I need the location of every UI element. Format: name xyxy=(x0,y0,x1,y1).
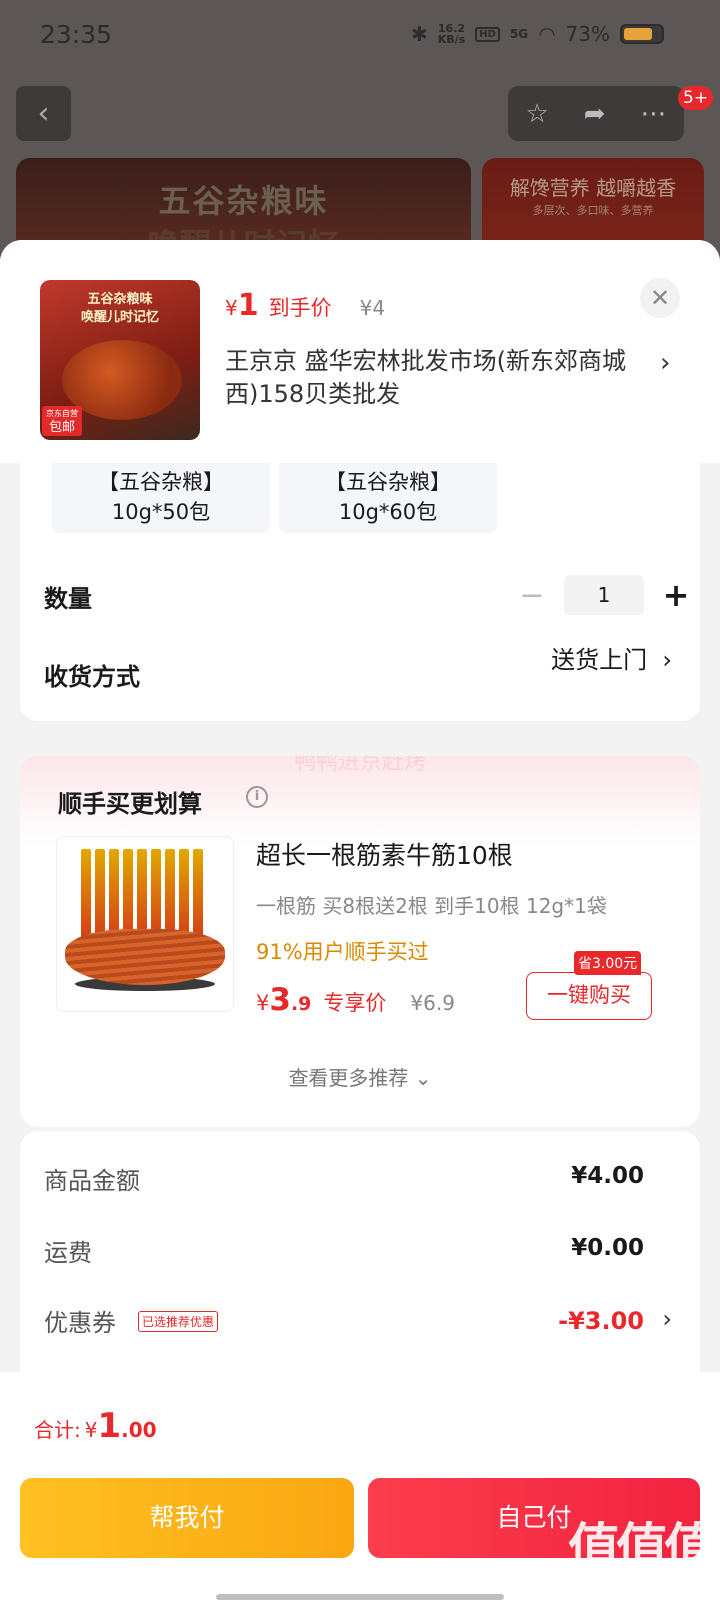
product-banner-side: 解馋营养 越嚼越香 多层次、多口味、多营养 xyxy=(482,158,704,248)
star-icon[interactable]: ☆ xyxy=(525,99,548,129)
site-watermark-url: zhizhizhi.com xyxy=(606,1576,708,1594)
save-badge: 省3.00元 xyxy=(574,951,642,975)
chevron-right-icon[interactable]: › xyxy=(660,348,670,378)
recommend-item-subtitle: 一根筋 买8根送2根 到手10根 12g*1袋 xyxy=(256,894,607,918)
product-price: ¥ 1 到手价 ¥4 xyxy=(225,288,386,323)
goods-amount-value: ¥4.00 xyxy=(571,1163,644,1189)
quantity-stepper: − 1 + xyxy=(518,575,690,615)
plus-button[interactable]: + xyxy=(662,576,690,614)
share-icon[interactable]: ➦ xyxy=(584,99,606,129)
help-pay-button[interactable]: 帮我付 xyxy=(20,1478,354,1558)
chevron-down-icon: ⌄ xyxy=(414,1066,432,1090)
status-bar: 23:35 ✱ 16.2 KB/s HD 5G ◠ 73% xyxy=(0,0,720,72)
coupon-label: 优惠券 xyxy=(44,1309,116,1337)
battery-icon xyxy=(620,24,664,44)
original-price: ¥6.9 xyxy=(410,991,455,1015)
recommend-item-title[interactable]: 超长一根筋素牛筋10根 xyxy=(256,836,513,872)
spec-option[interactable]: 【五谷杂粮】 10g*60包 xyxy=(279,463,497,533)
delivery-label: 收货方式 xyxy=(44,663,140,691)
message-badge: 5+ xyxy=(678,86,714,110)
bluetooth-icon: ✱ xyxy=(410,22,428,46)
chevron-right-icon: › xyxy=(662,646,672,674)
recommend-title: 顺手买更划算 xyxy=(58,790,202,818)
recommend-price: ¥ 3 .9 专享价 ¥6.9 xyxy=(256,982,455,1018)
top-actions: ☆ ➦ ⋯ xyxy=(508,86,684,141)
product-thumbnail[interactable]: 五谷杂粮味 唤醒儿时记忆 京东自营 包邮 xyxy=(40,280,200,440)
info-icon[interactable]: i xyxy=(246,786,268,808)
status-icons: ✱ 16.2 KB/s HD 5G ◠ 73% xyxy=(411,22,664,46)
minus-button[interactable]: − xyxy=(518,578,546,613)
back-button[interactable]: ‹ xyxy=(16,86,71,141)
chevron-left-icon: ‹ xyxy=(37,96,50,131)
options-card: 【五谷杂粮】 10g*50包 【五谷杂粮】 10g*60包 数量 − 1 + 收… xyxy=(20,463,700,721)
hd-icon: HD xyxy=(475,26,500,42)
shipping-label: 运费 xyxy=(44,1239,92,1267)
clock: 23:35 xyxy=(40,20,113,49)
wifi-icon: ◠ xyxy=(538,22,556,46)
chevron-right-icon[interactable]: › xyxy=(662,1305,672,1333)
see-more-link[interactable]: 查看更多推荐 ⌄ xyxy=(20,1062,700,1091)
original-price: ¥4 xyxy=(359,296,386,320)
home-indicator[interactable] xyxy=(216,1594,504,1600)
coupon-value[interactable]: -¥3.00 xyxy=(558,1307,644,1335)
more-icon[interactable]: ⋯ xyxy=(640,99,666,129)
recommend-image[interactable] xyxy=(56,836,234,1012)
coupon-tag: 已选推荐优惠 xyxy=(138,1311,219,1332)
bought-stat: 91%用户顺手买过 xyxy=(256,940,429,964)
product-banner-main: 五谷杂粮味 唤醒儿时记忆 xyxy=(16,158,471,248)
goods-amount-label: 商品金额 xyxy=(44,1167,140,1195)
fee-card: 商品金额 ¥4.00 运费 ¥0.00 优惠券 已选推荐优惠 -¥3.00 › xyxy=(20,1131,700,1381)
delivery-address[interactable]: 王京京 盛华宏林批发市场(新东郊商城西)158贝类批发 xyxy=(225,345,645,411)
network-speed: 16.2 KB/s xyxy=(437,22,466,46)
signal-icon: 5G xyxy=(509,27,529,41)
one-click-buy-button[interactable]: 一键购买 xyxy=(526,972,652,1020)
total-price: 合计: ¥ 1 .00 xyxy=(34,1406,157,1446)
close-button[interactable]: ✕ xyxy=(640,278,680,318)
close-icon: ✕ xyxy=(649,284,671,312)
site-watermark-logo: 值值值 xyxy=(567,1519,716,1579)
quantity-label: 数量 xyxy=(44,585,92,613)
spec-option[interactable]: 【五谷杂粮】 10g*50包 xyxy=(52,463,270,533)
shipping-value: ¥0.00 xyxy=(571,1235,644,1261)
sheet-header: 五谷杂粮味 唤醒儿时记忆 京东自营 包邮 ¥ 1 到手价 ¥4 ✕ 王京京 盛华宏… xyxy=(0,240,720,463)
quantity-input[interactable]: 1 xyxy=(564,575,644,615)
recommend-card: 鸭鸭进京赶烤 顺手买更划算 i 超长一根筋素牛筋10根 一根筋 买8根送2根 到… xyxy=(20,756,700,1127)
purchase-sheet: 五谷杂粮味 唤醒儿时记忆 京东自营 包邮 ¥ 1 到手价 ¥4 ✕ 王京京 盛华宏… xyxy=(0,240,720,1600)
delivery-method[interactable]: 送货上门 › xyxy=(551,640,672,675)
battery-percent: 73% xyxy=(565,22,610,46)
jd-self-tag: 京东自营 包邮 xyxy=(42,406,82,436)
watermark-text: 鸭鸭进京赶烤 xyxy=(293,756,426,775)
